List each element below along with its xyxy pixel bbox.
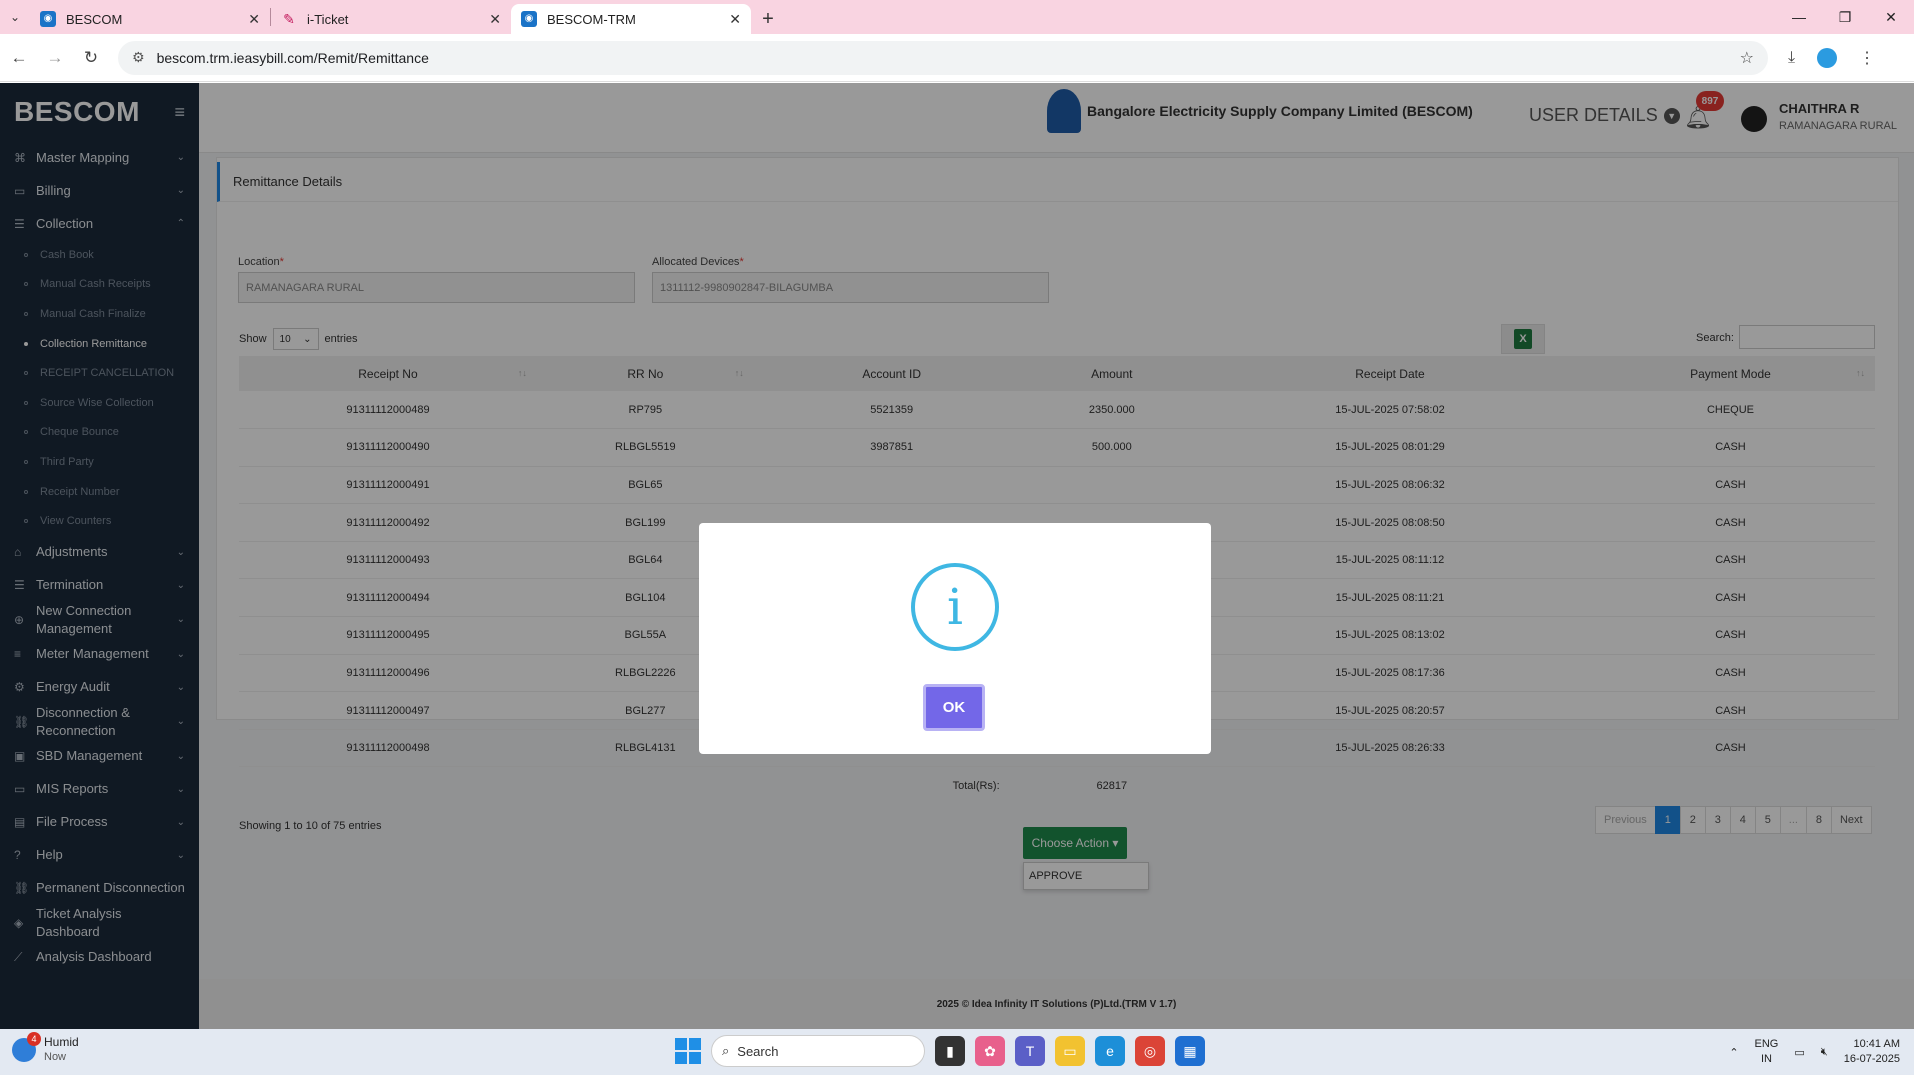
network-icon[interactable]: ▭ bbox=[1794, 1046, 1804, 1059]
file-explorer-icon[interactable]: ▭ bbox=[1055, 1036, 1085, 1066]
store-icon[interactable]: ▦ bbox=[1175, 1036, 1205, 1066]
search-icon: ⌕ bbox=[722, 1043, 730, 1058]
chevron-up-icon[interactable]: ⌃ bbox=[1729, 1046, 1738, 1059]
taskbar-search[interactable]: ⌕ Search bbox=[711, 1035, 925, 1067]
modal-overlay[interactable]: i OK bbox=[0, 83, 1914, 1029]
clock[interactable]: 10:41 AM 16-07-2025 bbox=[1844, 1037, 1900, 1067]
reload-icon[interactable]: ↻ bbox=[74, 48, 108, 68]
weather-icon: 4 bbox=[12, 1031, 41, 1062]
bescom-favicon-icon: ◉ bbox=[521, 11, 537, 27]
close-window-icon[interactable]: ✕ bbox=[1868, 0, 1914, 34]
task-view-icon[interactable]: ▮ bbox=[935, 1036, 965, 1066]
weather-widget[interactable]: 4 Humid Now bbox=[12, 1031, 79, 1064]
back-arrow-icon[interactable]: ← bbox=[2, 48, 36, 68]
bookmark-star-icon[interactable]: ☆ bbox=[1740, 48, 1754, 68]
restore-icon[interactable]: ❐ bbox=[1822, 0, 1868, 34]
forward-arrow-icon[interactable]: → bbox=[38, 48, 72, 68]
address-bar: ← → ↻ ⚙ bescom.trm.ieasybill.com/Remit/R… bbox=[0, 34, 1914, 82]
minimize-icon[interactable]: — bbox=[1776, 0, 1822, 34]
browser-tab-bescom[interactable]: ◉ BESCOM ✕ bbox=[30, 4, 270, 34]
download-icon[interactable]: ⤓ bbox=[1788, 49, 1795, 67]
new-tab-plus-icon[interactable]: + bbox=[751, 4, 785, 34]
info-icon: i bbox=[911, 563, 999, 651]
close-tab-icon[interactable]: ✕ bbox=[729, 11, 741, 28]
info-dialog: i OK bbox=[699, 523, 1211, 754]
browser-tab-bescom-trm[interactable]: ◉ BESCOM-TRM ✕ bbox=[511, 4, 751, 34]
url-text[interactable]: bescom.trm.ieasybill.com/Remit/Remittanc… bbox=[157, 50, 1740, 66]
bescom-favicon-icon: ◉ bbox=[40, 11, 56, 27]
windows-start-icon[interactable] bbox=[675, 1038, 701, 1064]
close-tab-icon[interactable]: ✕ bbox=[248, 11, 260, 28]
chrome-icon[interactable]: ◎ bbox=[1135, 1036, 1165, 1066]
browser-menu-icon[interactable]: ⋮ bbox=[1859, 48, 1875, 68]
volume-muted-icon[interactable]: 🔇︎ bbox=[1821, 1046, 1828, 1059]
language-indicator[interactable]: ENG IN bbox=[1755, 1037, 1779, 1067]
window-controls: — ❐ ✕ bbox=[1776, 0, 1914, 34]
windows-taskbar: 4 Humid Now ⌕ Search ▮ ✿ T ▭ e ◎ ▦ ⌃ ENG IN… bbox=[0, 1029, 1914, 1075]
browser-tab-bar: ⌄ ◉ BESCOM ✕ ✎ i-Ticket ✕ ◉ BESCOM-TRM ✕… bbox=[0, 0, 1914, 34]
url-omnibox[interactable]: ⚙ bescom.trm.ieasybill.com/Remit/Remitta… bbox=[118, 40, 1768, 75]
copilot-icon[interactable]: ✿ bbox=[975, 1036, 1005, 1066]
pen-favicon-icon: ✎ bbox=[283, 11, 295, 27]
browser-tab-iticket[interactable]: ✎ i-Ticket ✕ bbox=[271, 4, 511, 34]
ok-button[interactable]: OK bbox=[923, 684, 985, 731]
close-tab-icon[interactable]: ✕ bbox=[489, 11, 501, 28]
teams-icon[interactable]: T bbox=[1015, 1036, 1045, 1066]
site-settings-icon[interactable]: ⚙ bbox=[132, 49, 145, 66]
extension-icon[interactable] bbox=[1817, 47, 1838, 68]
tab-search-chevron-icon[interactable]: ⌄ bbox=[0, 0, 30, 34]
edge-icon[interactable]: e bbox=[1095, 1036, 1125, 1066]
